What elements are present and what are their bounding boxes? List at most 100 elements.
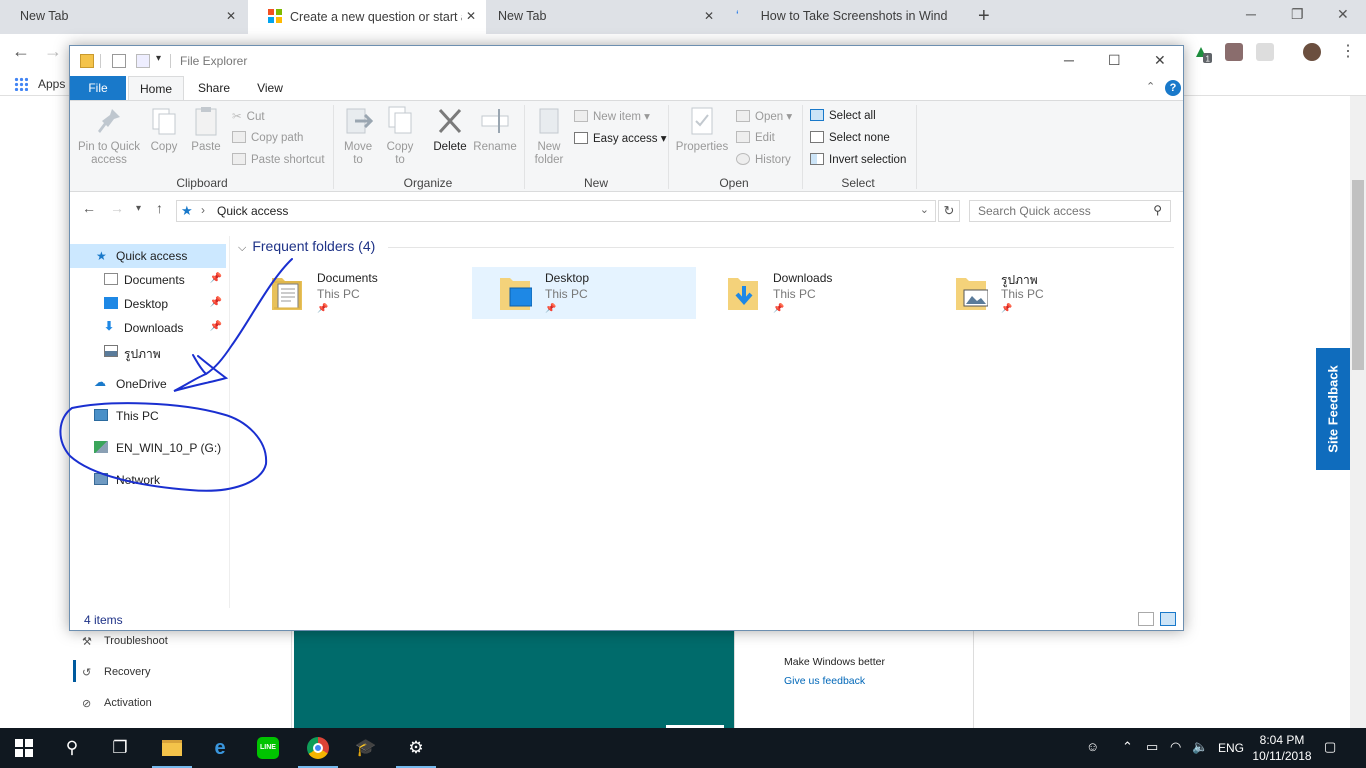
search-box[interactable]: ⚲: [969, 200, 1171, 222]
browser-tab[interactable]: New Tab ✕: [486, 0, 724, 34]
file-explorer-taskbar-icon[interactable]: [148, 728, 196, 768]
tab-view[interactable]: View: [246, 76, 294, 100]
paste-button[interactable]: Paste: [188, 105, 224, 154]
edit-button[interactable]: Edit: [736, 131, 775, 144]
site-feedback-button[interactable]: Site Feedback: [1316, 348, 1350, 470]
folder-tile-desktop[interactable]: Desktop This PC 📌: [472, 267, 696, 319]
nav-pictures[interactable]: รูปภาพ: [70, 340, 226, 364]
close-tab-icon[interactable]: ✕: [461, 9, 476, 23]
app-hat-icon[interactable]: 🎓: [342, 728, 390, 768]
extension-pdf-icon[interactable]: [1256, 43, 1274, 61]
nav-desktop[interactable]: Desktop 📌: [70, 292, 226, 316]
folder-tile-pictures[interactable]: รูปภาพ This PC 📌: [928, 267, 1152, 319]
volume-icon[interactable]: 🔈: [1192, 739, 1208, 755]
move-to-button[interactable]: Move to: [338, 105, 378, 167]
address-bar[interactable]: ★ › Quick access ⌄: [176, 200, 936, 222]
nav-documents[interactable]: Documents 📌: [70, 268, 226, 292]
browser-tab-active[interactable]: Create a new question or start a ✕: [248, 0, 486, 34]
new-item-button[interactable]: New item ▾: [574, 109, 650, 123]
menu-icon[interactable]: ⋮: [1340, 41, 1356, 61]
history-button[interactable]: History: [736, 153, 791, 166]
maximize-icon[interactable]: ☐: [1108, 52, 1121, 69]
properties-button[interactable]: Properties: [674, 105, 730, 154]
close-window-icon[interactable]: ✕: [1337, 6, 1349, 23]
avatar[interactable]: [1303, 43, 1321, 61]
task-view-icon[interactable]: ❐: [96, 728, 144, 768]
chevron-down-icon[interactable]: ⌄: [920, 203, 929, 216]
extension-bag-icon[interactable]: [1225, 43, 1243, 61]
chrome-icon[interactable]: [294, 728, 342, 768]
rename-button[interactable]: Rename: [472, 105, 518, 154]
apps-bookmark[interactable]: Apps: [38, 77, 65, 91]
copy-path-button[interactable]: Copy path: [232, 131, 303, 144]
sidebar-item-recovery[interactable]: ↺ Recovery: [82, 666, 150, 679]
back-icon[interactable]: ←: [82, 200, 96, 216]
cut-button[interactable]: ✂ Cut: [232, 109, 265, 123]
help-icon[interactable]: ?: [1165, 80, 1181, 96]
tab-file[interactable]: File: [70, 76, 126, 100]
tab-home[interactable]: Home: [128, 76, 184, 100]
wifi-icon[interactable]: ◠: [1170, 739, 1181, 755]
battery-icon[interactable]: ▭: [1146, 739, 1158, 755]
properties-qat-icon[interactable]: [112, 54, 126, 68]
select-none-button[interactable]: Select none: [810, 131, 890, 144]
minimize-icon[interactable]: ─: [1246, 6, 1256, 22]
collapse-ribbon-icon[interactable]: ⌃: [1146, 80, 1155, 93]
forward-icon[interactable]: →: [44, 41, 62, 62]
nav-network[interactable]: Network: [70, 468, 226, 492]
give-feedback-link[interactable]: Give us feedback: [784, 675, 865, 687]
invert-selection-button[interactable]: Invert selection: [810, 153, 906, 166]
delete-button[interactable]: Delete: [430, 105, 470, 154]
nav-downloads[interactable]: ⬇ Downloads 📌: [70, 316, 226, 340]
close-tab-icon[interactable]: ✕: [226, 9, 236, 23]
nav-quick-access[interactable]: ★ Quick access: [70, 244, 226, 268]
restore-icon[interactable]: ❐: [1291, 6, 1304, 23]
pin-to-quick-access-button[interactable]: Pin to Quick access: [76, 105, 142, 167]
nav-drive-g[interactable]: EN_WIN_10_P (G:): [70, 436, 226, 460]
recent-locations-icon[interactable]: ▾: [136, 203, 141, 214]
open-button[interactable]: Open ▾: [736, 109, 792, 123]
details-view-icon[interactable]: [1138, 612, 1154, 626]
apps-grid-icon[interactable]: [14, 77, 28, 91]
language-indicator[interactable]: ENG: [1218, 741, 1244, 755]
refresh-icon[interactable]: ↻: [938, 200, 960, 222]
browser-tab[interactable]: ʻ How to Take Screenshots in Wind: [726, 0, 970, 34]
close-tab-icon[interactable]: ✕: [704, 9, 714, 23]
people-icon[interactable]: ☺: [1086, 739, 1099, 754]
up-icon[interactable]: ↑: [156, 200, 163, 216]
search-input[interactable]: [970, 201, 1140, 221]
folder-tile-documents[interactable]: Documents This PC 📌: [244, 267, 468, 319]
paste-shortcut-button[interactable]: Paste shortcut: [232, 153, 325, 166]
sidebar-item-troubleshoot[interactable]: ⚒ Troubleshoot: [82, 635, 168, 648]
search-icon[interactable]: ⚲: [48, 728, 96, 768]
new-tab-icon[interactable]: +: [978, 5, 990, 28]
tab-share[interactable]: Share: [188, 76, 240, 100]
close-window-icon[interactable]: ✕: [1154, 52, 1166, 69]
nav-this-pc[interactable]: This PC: [70, 404, 226, 428]
notifications-icon[interactable]: ▢: [1324, 739, 1336, 755]
edge-icon[interactable]: e: [196, 728, 244, 768]
chevron-up-icon[interactable]: ⌃: [1122, 739, 1133, 755]
forward-icon[interactable]: →: [110, 200, 124, 216]
copy-button[interactable]: Copy: [146, 105, 182, 154]
line-app-icon[interactable]: LINE: [244, 728, 292, 768]
copy-to-button[interactable]: Copy to: [380, 105, 420, 167]
settings-gear-icon[interactable]: ⚙: [392, 728, 440, 768]
folder-tile-downloads[interactable]: Downloads This PC 📌: [700, 267, 924, 319]
frequent-folders-header[interactable]: ⌵ Frequent folders (4): [238, 238, 375, 255]
back-icon[interactable]: ←: [12, 41, 30, 62]
large-icons-view-icon[interactable]: [1160, 612, 1176, 626]
extension-tree-icon[interactable]: 1: [1192, 43, 1212, 64]
scrollbar-thumb[interactable]: [1352, 180, 1364, 370]
customize-qat-icon[interactable]: ▾: [156, 53, 161, 64]
select-all-button[interactable]: Select all: [810, 109, 876, 122]
clock[interactable]: 8:04 PM 10/11/2018: [1252, 732, 1312, 764]
easy-access-button[interactable]: Easy access ▾: [574, 131, 667, 145]
sidebar-item-activation[interactable]: ⊘ Activation: [82, 697, 152, 710]
nav-onedrive[interactable]: ☁ OneDrive: [70, 372, 226, 396]
browser-tab[interactable]: New Tab ✕: [0, 0, 246, 34]
new-folder-button[interactable]: New folder: [530, 105, 568, 167]
minimize-icon[interactable]: ─: [1064, 52, 1074, 68]
start-windows-icon[interactable]: [0, 728, 48, 768]
new-folder-qat-icon[interactable]: [136, 54, 150, 68]
